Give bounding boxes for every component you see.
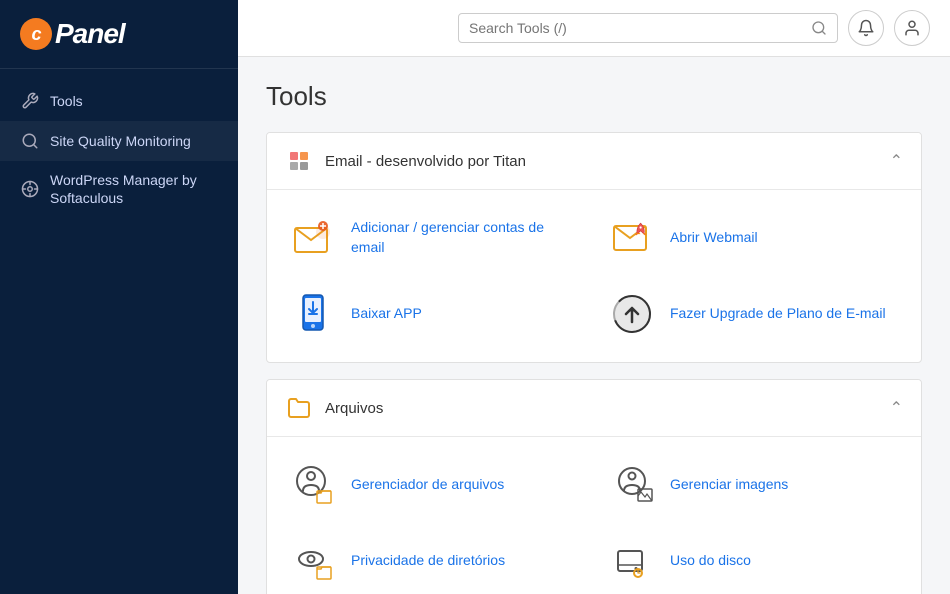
files-section: Arquivos ⌃ [266,379,922,594]
cpanel-logo-mark: c [20,18,52,50]
files-section-header[interactable]: Arquivos ⌃ [267,380,921,437]
disk-usage-label: Uso do disco [670,551,751,571]
header [238,0,950,57]
email-section-header[interactable]: Email - desenvolvido por Titan ⌃ [267,133,921,190]
add-email-label: Adicionar / gerenciar contas de email [351,218,580,257]
tool-webmail[interactable]: Abrir Webmail [604,206,903,270]
dir-privacy-label: Privacidade de diretórios [351,551,505,571]
site-quality-icon [20,131,40,151]
download-app-icon [289,290,337,338]
sidebar-item-tools[interactable]: Tools [0,81,238,121]
profile-button[interactable] [894,10,930,46]
disk-usage-icon [608,537,656,585]
search-submit-icon [811,20,827,36]
cpanel-logo-text: Panel [55,18,125,50]
tool-file-manager[interactable]: Gerenciador de arquivos [285,453,584,517]
email-section-body: Adicionar / gerenciar contas de email [267,190,921,362]
sidebar-wordpress-label: WordPress Manager by Softaculous [50,171,218,207]
files-section-body: Gerenciador de arquivos [267,437,921,594]
file-manager-icon [289,461,337,509]
tool-dir-privacy[interactable]: Privacidade de diretórios [285,529,584,593]
content-area: Tools Email - desenvolvido por Titan [238,57,950,594]
sidebar-item-site-quality[interactable]: Site Quality Monitoring [0,121,238,161]
tool-download-app[interactable]: Baixar APP [285,282,584,346]
email-manage-icon [289,214,337,262]
email-section-title: Email - desenvolvido por Titan [325,153,526,170]
dir-privacy-icon [289,537,337,585]
sidebar-item-wordpress[interactable]: WordPress Manager by Softaculous [0,161,238,217]
download-app-label: Baixar APP [351,304,422,324]
webmail-icon [608,214,656,262]
files-section-icon [285,394,313,422]
email-section-title-area: Email - desenvolvido por Titan [285,147,526,175]
sidebar: c Panel Tools Site Quality Monitoring [0,0,238,594]
tool-upgrade-email[interactable]: Fazer Upgrade de Plano de E-mail [604,282,903,346]
main-area: Tools Email - desenvolvido por Titan [238,0,950,594]
user-icon [903,19,921,37]
images-icon [608,461,656,509]
logo: c Panel [0,0,238,69]
search-bar[interactable] [458,13,838,43]
folder-icon [287,396,311,420]
tool-images[interactable]: Gerenciar imagens [604,453,903,517]
notifications-button[interactable] [848,10,884,46]
tool-add-email[interactable]: Adicionar / gerenciar contas de email [285,206,584,270]
wordpress-icon [20,179,40,199]
webmail-label: Abrir Webmail [670,228,758,248]
files-section-chevron: ⌃ [890,398,903,418]
email-section: Email - desenvolvido por Titan ⌃ [266,132,922,363]
file-manager-label: Gerenciador de arquivos [351,475,504,495]
images-label: Gerenciar imagens [670,475,788,495]
sidebar-tools-label: Tools [50,92,83,110]
apps-grid-icon [287,149,311,173]
email-section-chevron: ⌃ [890,151,903,171]
sidebar-nav: Tools Site Quality Monitoring WordPress … [0,69,238,229]
sidebar-site-quality-label: Site Quality Monitoring [50,132,191,150]
bell-icon [857,19,875,37]
search-submit-button[interactable] [811,20,827,36]
wrench-icon [20,91,40,111]
page-title: Tools [266,81,922,112]
search-input[interactable] [469,20,803,36]
files-section-title-area: Arquivos [285,394,383,422]
email-section-icon [285,147,313,175]
upgrade-email-icon [608,290,656,338]
upgrade-email-label: Fazer Upgrade de Plano de E-mail [670,304,886,324]
tool-disk-usage[interactable]: Uso do disco [604,529,903,593]
files-section-title: Arquivos [325,400,383,417]
